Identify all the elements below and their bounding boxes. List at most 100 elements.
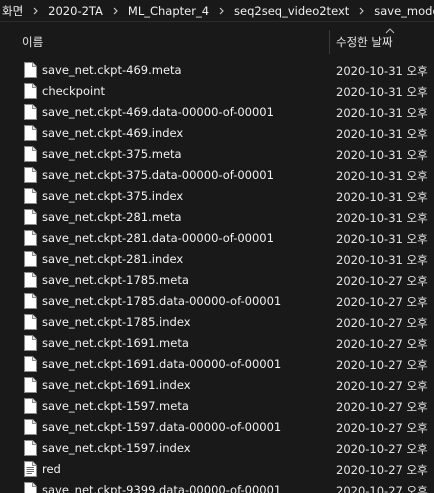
file-date-modified: 2020-10-27 오후	[336, 316, 428, 330]
file-date-modified: 2020-10-27 오후	[336, 358, 428, 372]
file-date-modified: 2020-10-31 오후	[336, 169, 428, 183]
file-date-modified: 2020-10-31 오후	[336, 190, 428, 204]
file-date-modified: 2020-10-27 오후	[336, 484, 428, 493]
file-row[interactable]: save_net.ckpt-1597.data-00000-of-00001 20…	[0, 417, 434, 438]
column-header-date-modified[interactable]: 수정한 날짜	[336, 34, 393, 50]
breadcrumb[interactable]: 화면 2020-2TA ML_Chapter_4 seq2seq_video2t…	[0, 0, 434, 22]
file-name: save_net.ckpt-375.data-00000-of-00001	[42, 168, 274, 182]
file-date-modified: 2020-10-31 오후	[336, 85, 428, 99]
file-name: save_net.ckpt-469.index	[42, 126, 184, 140]
file-name: save_net.ckpt-1597.data-00000-of-00001	[42, 420, 282, 434]
file-icon	[24, 104, 37, 120]
file-name: save_net.ckpt-1785.meta	[42, 273, 189, 287]
file-icon	[24, 419, 37, 435]
file-row[interactable]: save_net.ckpt-375.meta 2020-10-31 오후	[0, 144, 434, 165]
file-date-modified: 2020-10-31 오후	[336, 106, 428, 120]
file-icon	[24, 482, 37, 493]
breadcrumb-item-2020-2ta[interactable]: 2020-2TA	[46, 4, 105, 18]
breadcrumb-item-seq2seq-video2text[interactable]: seq2seq_video2text	[232, 4, 351, 18]
file-icon	[24, 272, 37, 288]
file-explorer-window: 화면 2020-2TA ML_Chapter_4 seq2seq_video2t…	[0, 0, 434, 493]
file-icon	[24, 83, 37, 99]
file-date-modified: 2020-10-27 오후	[336, 421, 428, 435]
file-row[interactable]: save_net.ckpt-375.index 2020-10-31 오후	[0, 186, 434, 207]
file-icon	[24, 251, 37, 267]
file-icon	[24, 314, 37, 330]
file-name: save_net.ckpt-1691.data-00000-of-00001	[42, 357, 282, 371]
file-name: save_net.ckpt-9399.data-00000-of-00001	[42, 483, 282, 493]
file-row[interactable]: red 2020-10-27 오후	[0, 459, 434, 480]
file-icon	[24, 335, 37, 351]
file-icon	[24, 440, 37, 456]
file-date-modified: 2020-10-27 오후	[336, 463, 428, 477]
file-row[interactable]: save_net.ckpt-1785.data-00000-of-00001 20…	[0, 291, 434, 312]
file-name: save_net.ckpt-1691.index	[42, 378, 191, 392]
file-date-modified: 2020-10-31 오후	[336, 232, 428, 246]
chevron-right-icon[interactable]	[351, 7, 372, 15]
breadcrumb-item-ml-chapter-4[interactable]: ML_Chapter_4	[126, 4, 211, 18]
file-name: red	[42, 462, 61, 476]
file-name: save_net.ckpt-1597.meta	[42, 399, 189, 413]
file-date-modified: 2020-10-31 오후	[336, 253, 428, 267]
file-name: save_net.ckpt-1785.data-00000-of-00001	[42, 294, 282, 308]
file-name: save_net.ckpt-469.meta	[42, 63, 182, 77]
text-file-icon	[24, 461, 37, 477]
file-row[interactable]: save_net.ckpt-1691.data-00000-of-00001 20…	[0, 354, 434, 375]
file-row[interactable]: save_net.ckpt-1785.index 2020-10-27 오후	[0, 312, 434, 333]
file-name: save_net.ckpt-281.data-00000-of-00001	[42, 231, 274, 245]
file-name: save_net.ckpt-281.meta	[42, 210, 182, 224]
file-icon	[24, 377, 37, 393]
file-date-modified: 2020-10-31 오후	[336, 64, 428, 78]
file-name: save_net.ckpt-1597.index	[42, 441, 191, 455]
file-row[interactable]: save_net.ckpt-469.meta 2020-10-31 오후	[0, 60, 434, 81]
chevron-right-icon[interactable]	[105, 7, 126, 15]
file-row[interactable]: save_net.ckpt-281.data-00000-of-00001 202…	[0, 228, 434, 249]
file-row[interactable]: save_net.ckpt-281.index 2020-10-31 오후	[0, 249, 434, 270]
file-date-modified: 2020-10-27 오후	[336, 337, 428, 351]
file-name: save_net.ckpt-281.index	[42, 252, 184, 266]
file-row[interactable]: save_net.ckpt-1785.meta 2020-10-27 오후	[0, 270, 434, 291]
chevron-right-icon[interactable]	[25, 7, 46, 15]
file-date-modified: 2020-10-27 오후	[336, 442, 428, 456]
file-name: save_net.ckpt-375.meta	[42, 147, 182, 161]
file-icon	[24, 398, 37, 414]
file-icon	[24, 356, 37, 372]
file-icon	[24, 188, 37, 204]
file-date-modified: 2020-10-31 오후	[336, 127, 428, 141]
breadcrumb-item-desktop[interactable]: 화면	[0, 3, 25, 19]
file-name: save_net.ckpt-375.index	[42, 189, 184, 203]
file-row[interactable]: checkpoint 2020-10-31 오후	[0, 81, 434, 102]
file-icon	[24, 230, 37, 246]
sort-ascending-icon	[385, 28, 395, 34]
file-row[interactable]: save_net.ckpt-1597.meta 2020-10-27 오후	[0, 396, 434, 417]
file-row[interactable]: save_net.ckpt-1597.index 2020-10-27 오후	[0, 438, 434, 459]
file-name: checkpoint	[42, 84, 105, 98]
file-row[interactable]: save_net.ckpt-375.data-00000-of-00001 202…	[0, 165, 434, 186]
file-row[interactable]: save_net.ckpt-9399.data-00000-of-00001 20…	[0, 480, 434, 493]
file-date-modified: 2020-10-31 오후	[336, 211, 428, 225]
file-name: save_net.ckpt-469.data-00000-of-00001	[42, 105, 274, 119]
file-row[interactable]: save_net.ckpt-1691.meta 2020-10-27 오후	[0, 333, 434, 354]
column-divider[interactable]	[329, 30, 330, 54]
file-icon	[24, 209, 37, 225]
file-row[interactable]: save_net.ckpt-1691.index 2020-10-27 오후	[0, 375, 434, 396]
file-icon	[24, 62, 37, 78]
file-date-modified: 2020-10-31 오후	[336, 148, 428, 162]
file-date-modified: 2020-10-27 오후	[336, 400, 428, 414]
file-list: save_net.ckpt-469.meta 2020-10-31 오후 check…	[0, 60, 434, 493]
file-row[interactable]: save_net.ckpt-469.data-00000-of-00001 202…	[0, 102, 434, 123]
file-date-modified: 2020-10-27 오후	[336, 295, 428, 309]
file-date-modified: 2020-10-27 오후	[336, 274, 428, 288]
column-header-name[interactable]: 이름	[22, 34, 43, 50]
file-row[interactable]: save_net.ckpt-281.meta 2020-10-31 오후	[0, 207, 434, 228]
file-date-modified: 2020-10-27 오후	[336, 379, 428, 393]
file-icon	[24, 146, 37, 162]
breadcrumb-item-save-model[interactable]: save_model	[372, 4, 434, 18]
file-icon	[24, 167, 37, 183]
chevron-right-icon[interactable]	[211, 7, 232, 15]
file-name: save_net.ckpt-1691.meta	[42, 336, 189, 350]
file-name: save_net.ckpt-1785.index	[42, 315, 191, 329]
file-icon	[24, 293, 37, 309]
column-header: 이름 수정한 날짜	[0, 28, 434, 56]
file-row[interactable]: save_net.ckpt-469.index 2020-10-31 오후	[0, 123, 434, 144]
